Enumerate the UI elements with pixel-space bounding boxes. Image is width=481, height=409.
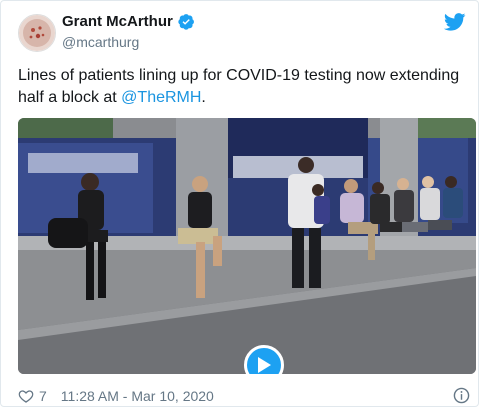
like-count[interactable]: 7 xyxy=(39,388,47,404)
tweet-text-end: . xyxy=(201,89,206,106)
twitter-bird-icon[interactable] xyxy=(444,13,466,31)
play-icon xyxy=(258,357,271,373)
mention-link[interactable]: @TheRMH xyxy=(121,89,201,106)
video-thumbnail[interactable] xyxy=(18,118,476,374)
author-handle[interactable]: @mcarthurg xyxy=(62,34,139,50)
tweet-timestamp[interactable]: 11:28 AM - Mar 10, 2020 xyxy=(61,388,214,404)
info-icon[interactable] xyxy=(453,387,470,404)
video-scene xyxy=(18,118,476,374)
author-name[interactable]: Grant McArthur xyxy=(62,13,173,30)
heart-icon[interactable] xyxy=(18,388,34,404)
tweet-body-text: Lines of patients lining up for COVID-19… xyxy=(18,67,460,106)
tweet-footer: 7 11:28 AM - Mar 10, 2020 xyxy=(18,386,476,406)
verified-badge-icon xyxy=(178,14,194,30)
avatar[interactable] xyxy=(18,14,56,52)
tweet-card: Grant McArthur @mcarthurg Lines of patie… xyxy=(0,0,479,407)
author-name-row[interactable]: Grant McArthur xyxy=(62,13,195,30)
tweet-text: Lines of patients lining up for COVID-19… xyxy=(18,65,468,109)
